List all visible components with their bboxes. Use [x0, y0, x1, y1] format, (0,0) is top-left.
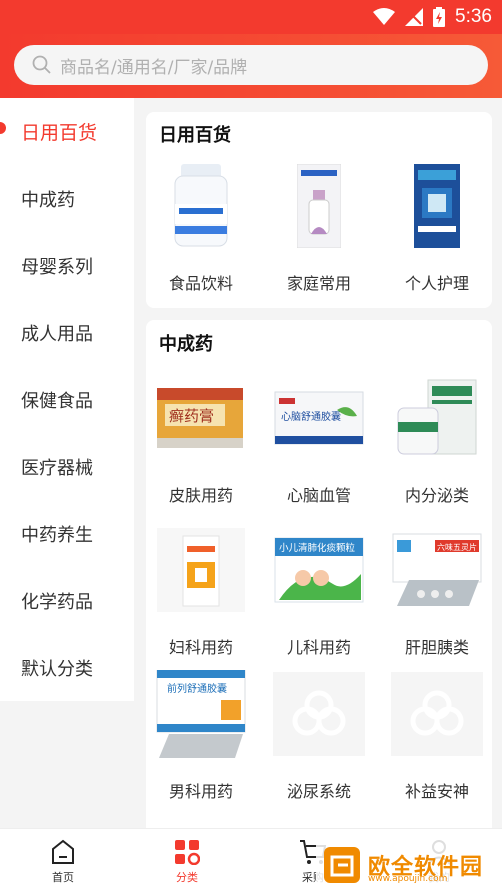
product-image	[391, 376, 483, 460]
product-image	[273, 164, 365, 248]
package-text: 六味五灵片	[437, 542, 477, 552]
product-image: 心脑舒通胶囊	[273, 376, 365, 460]
search-input[interactable]: 商品名/通用名/厂家/品牌	[14, 45, 488, 85]
product-image	[155, 528, 247, 612]
subcategory-label: 泌尿系统	[286, 782, 351, 801]
package-text: 前列舒通胶囊	[167, 682, 227, 695]
placeholder-logo-icon	[410, 690, 464, 736]
subcategory-food-drinks[interactable]: 食品饮料	[146, 164, 256, 294]
sidebar-item-chemical-drugs[interactable]: 化学药品	[0, 567, 134, 634]
subcategory-label: 补益安神	[404, 782, 469, 801]
category-sidebar: 日用百货 中成药 母婴系列 成人用品 保健食品 医疗器械 中药养生 化学药品 默…	[0, 98, 134, 828]
nav-category[interactable]: 分类	[142, 835, 232, 885]
section-card-chinese-patent-medicine: 中成药 癣药膏 皮肤用药 心脑舒通胶囊 心脑血管 内分泌类 妇科用药 小儿清肺化…	[146, 320, 492, 828]
signal-icon	[405, 8, 424, 26]
subcategory-label: 心脑血管	[286, 486, 351, 505]
image-placeholder	[391, 672, 483, 756]
sidebar-item-maternal-baby[interactable]: 母婴系列	[0, 232, 134, 299]
product-image: 六味五灵片	[391, 528, 483, 612]
nav-label: 首页	[52, 871, 74, 884]
subcategory-label: 男科用药	[168, 782, 233, 801]
subcategory-gynecology[interactable]: 妇科用药	[146, 528, 256, 658]
product-image: 前列舒通胶囊	[155, 670, 247, 758]
subcategory-pediatrics[interactable]: 小儿清肺化痰颗粒 儿科用药	[264, 528, 374, 658]
subcategory-liver-gallbladder[interactable]: 六味五灵片 肝胆胰类	[382, 528, 492, 658]
section-title: 中成药	[159, 334, 213, 355]
placeholder-logo-icon	[292, 690, 346, 736]
sidebar-item-label: 成人用品	[21, 323, 93, 345]
subcategory-household[interactable]: 家庭常用	[264, 164, 374, 294]
image-placeholder	[273, 672, 365, 756]
sidebar-item-medical-devices[interactable]: 医疗器械	[0, 433, 134, 500]
sidebar-item-label: 中药养生	[21, 524, 93, 546]
home-icon	[52, 839, 74, 864]
section-title: 日用百货	[159, 125, 231, 146]
sidebar-item-daily-goods[interactable]: 日用百货	[0, 98, 134, 165]
subcategory-label: 皮肤用药	[168, 486, 233, 505]
subcategory-label: 家庭常用	[286, 274, 351, 293]
package-text: 心脑舒通胶囊	[281, 410, 341, 423]
subcategory-label: 妇科用药	[168, 638, 233, 657]
nav-home[interactable]: 首页	[18, 835, 108, 885]
subcategory-tonic-sedative[interactable]: 补益安神	[382, 672, 492, 802]
subcategory-urinary[interactable]: 泌尿系统	[264, 672, 374, 802]
subcategory-endocrine[interactable]: 内分泌类	[382, 376, 492, 506]
category-content: 日用百货 食品饮料 家庭常用 个人护理 中成药 癣药膏 皮肤用药 心脑舒通胶囊 …	[134, 98, 502, 828]
wifi-icon	[373, 8, 396, 25]
subcategory-label: 儿科用药	[286, 638, 351, 657]
subcategory-andrology[interactable]: 前列舒通胶囊 男科用药	[146, 670, 256, 802]
watermark-logo-icon	[324, 847, 360, 883]
sidebar-item-label: 化学药品	[21, 591, 93, 613]
sidebar-item-label: 医疗器械	[21, 457, 93, 479]
product-image	[155, 164, 247, 248]
sidebar-item-chinese-patent-medicine[interactable]: 中成药	[0, 165, 134, 232]
subcategory-label: 内分泌类	[404, 486, 469, 505]
status-icons: 5:36	[373, 6, 492, 28]
package-text: 小儿清肺化痰颗粒	[279, 542, 356, 554]
sidebar-item-label: 默认分类	[21, 658, 93, 680]
search-placeholder: 商品名/通用名/厂家/品牌	[60, 57, 248, 78]
sidebar-item-label: 日用百货	[21, 122, 98, 144]
category-icon	[175, 840, 200, 865]
subcategory-label: 食品饮料	[168, 274, 233, 293]
battery-icon	[433, 7, 446, 27]
sidebar-item-default[interactable]: 默认分类	[0, 634, 134, 701]
watermark: 欧全软件园 www.apoujin.com	[316, 840, 500, 890]
subcategory-skin-medicine[interactable]: 癣药膏 皮肤用药	[146, 376, 256, 506]
sidebar-item-label: 中成药	[21, 189, 75, 211]
search-icon	[32, 55, 51, 74]
section-card-daily-goods: 日用百货 食品饮料 家庭常用 个人护理	[146, 112, 492, 308]
sidebar-item-health-food[interactable]: 保健食品	[0, 366, 134, 433]
product-image: 癣药膏	[155, 376, 247, 460]
sidebar-item-label: 保健食品	[21, 390, 93, 412]
sidebar-item-herbal-wellness[interactable]: 中药养生	[0, 500, 134, 567]
subcategory-label: 肝胆胰类	[404, 638, 469, 657]
header: 商品名/通用名/厂家/品牌	[0, 34, 502, 100]
sidebar-item-adult-products[interactable]: 成人用品	[0, 299, 134, 366]
clock: 5:36	[455, 6, 492, 27]
nav-label: 分类	[176, 871, 198, 884]
product-image	[391, 164, 483, 248]
product-image: 小儿清肺化痰颗粒	[273, 528, 365, 612]
subcategory-personal-care[interactable]: 个人护理	[382, 164, 492, 294]
sidebar-item-label: 母婴系列	[21, 256, 93, 278]
status-bar: 5:36	[0, 0, 502, 34]
subcategory-cardio-cerebral[interactable]: 心脑舒通胶囊 心脑血管	[264, 376, 374, 506]
watermark-url: www.apoujin.com	[368, 874, 448, 884]
subcategory-label: 个人护理	[404, 274, 469, 293]
package-text: 癣药膏	[169, 407, 214, 425]
